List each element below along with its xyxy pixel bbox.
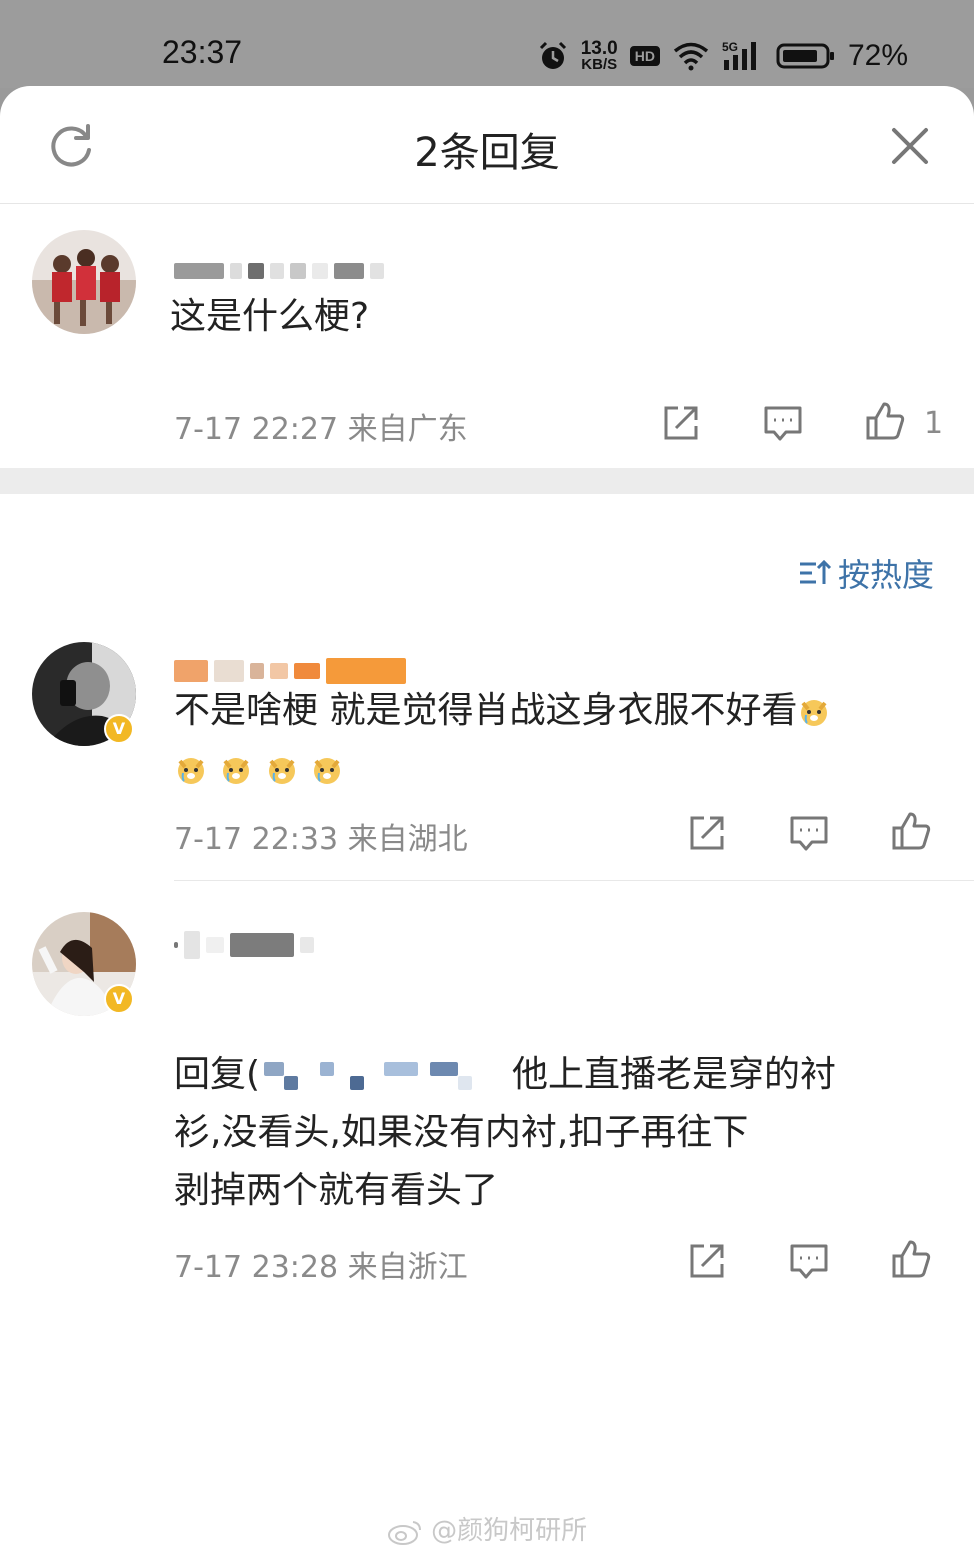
comment-text: 这是什么梗?: [170, 296, 370, 337]
reply-meta: 7-17 23:28 来自浙江: [174, 1250, 468, 1285]
verified-badge: V: [104, 984, 134, 1014]
comment-meta: 7-17 22:27 来自广东: [174, 412, 468, 447]
battery-icon: [776, 43, 834, 69]
close-icon[interactable]: [886, 122, 934, 170]
like-icon[interactable]: [864, 400, 906, 442]
avatar-image: [32, 230, 136, 334]
comment-icon[interactable]: [762, 402, 804, 444]
mention-redacted[interactable]: [260, 1058, 512, 1094]
reply-separator: [174, 880, 974, 881]
wifi-icon: [673, 42, 709, 71]
sort-label: 按热度: [837, 556, 934, 594]
reply-text: 不是啥梗 就是觉得肖战这身衣服不好看: [174, 682, 934, 798]
username-redacted[interactable]: [174, 930, 314, 960]
svg-text:5G: 5G: [722, 40, 738, 54]
section-divider: [0, 468, 974, 494]
reply-meta: 7-17 22:33 来自湖北: [174, 822, 468, 857]
like-icon[interactable]: [890, 1238, 932, 1280]
alarm-icon: [539, 41, 566, 69]
crying-dog-emoji-icon: [178, 758, 204, 784]
sheet-header: 2条回复: [0, 86, 974, 204]
crying-dog-emoji-icon: [223, 758, 250, 784]
crying-dog-emoji-icon: [314, 758, 341, 784]
reply-prefix: 回复(: [174, 1054, 261, 1095]
signal-icon: 5G: [722, 40, 756, 70]
network-speed: 13.0 KB/S: [580, 38, 618, 73]
share-icon[interactable]: [686, 812, 728, 854]
status-time: 23:37: [162, 34, 243, 70]
share-icon[interactable]: [660, 402, 702, 444]
comment-icon[interactable]: [788, 812, 830, 854]
like-count: 1: [924, 406, 944, 441]
sort-button[interactable]: 按热度: [798, 550, 934, 596]
sort-icon: [799, 559, 832, 584]
share-icon[interactable]: [686, 1240, 728, 1282]
username-redacted[interactable]: [174, 256, 384, 286]
like-icon[interactable]: [890, 810, 932, 852]
reply-item: V 不是啥梗 就是觉得肖战这身衣服不好看 7-17 22:33 来自湖北: [0, 626, 974, 876]
status-icons: 13.0 KB/S HD 5G 72%: [537, 36, 908, 76]
reply-text: 回复( 他上直播老是穿的衬 衫,没看头,如果没有内衬,扣子再往下 剥掉两个就有看…: [174, 1054, 837, 1211]
status-bar: 23:37 13.0 KB/S HD 5G 72%: [0, 0, 974, 88]
reply-item: V 回复( 他上直播老是穿的衬 衫,没看头,如果没有内衬,扣子再往下 剥掉两个就…: [0, 896, 974, 1285]
weibo-logo-icon: [387, 1520, 421, 1545]
crying-dog-emoji-icon: [268, 758, 295, 784]
root-comment: 这是什么梗? 7-17 22:27 来自广东 1: [0, 204, 974, 468]
verified-badge: V: [104, 714, 134, 744]
sheet-title: 2条回复: [414, 130, 560, 176]
hd-badge: HD: [629, 46, 660, 66]
replies-sheet: 2条回复 这是什么梗? 7-17 22:27 来自广东 1 按热度 V 不是啥梗…: [0, 86, 974, 1550]
watermark: @颜狗柯研所: [0, 1510, 974, 1547]
crying-dog-emoji-icon: [801, 700, 828, 726]
battery-percent: 72%: [847, 39, 908, 72]
comment-icon[interactable]: [788, 1240, 830, 1282]
avatar[interactable]: [32, 230, 136, 334]
